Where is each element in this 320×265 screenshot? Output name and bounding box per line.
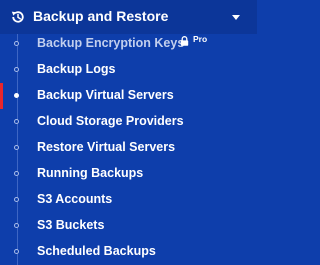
bullet-icon [14,119,19,124]
sidebar-menu: Backup and Restore Backup Encryption Key… [0,0,257,265]
bullet-icon [14,171,19,176]
caret-down-icon[interactable] [232,15,240,20]
menu-item-label: Backup Encryption Keys [37,36,185,50]
bullet-icon [14,93,19,98]
menu-item-label: Restore Virtual Servers [37,140,176,154]
menu-item-label: Cloud Storage Providers [37,114,184,128]
bullet-icon [14,41,19,46]
menu-item-backup-logs[interactable]: Backup Logs [0,57,257,83]
menu-item-scheduled-backups[interactable]: Scheduled Backups [0,239,257,265]
bullet-icon [14,249,19,254]
bullet-icon [14,223,19,228]
menu-item-label: S3 Accounts [37,192,113,206]
section-title: Backup and Restore [33,8,169,24]
active-indicator [0,83,3,109]
bullet-icon [14,145,19,150]
pro-badge: Pro [193,34,208,44]
menu-item-label: Backup Logs [37,62,116,76]
bullet-icon [14,197,19,202]
menu-item-s3-buckets[interactable]: S3 Buckets [0,213,257,239]
section-header-backup-and-restore[interactable]: Backup and Restore [0,0,257,34]
menu-item-label: S3 Buckets [37,218,105,232]
menu-item-label: Running Backups [37,166,144,180]
menu-item-cloud-storage-providers[interactable]: Cloud Storage Providers [0,109,257,135]
bullet-icon [14,67,19,72]
lock-icon [180,36,189,46]
menu-item-restore-virtual-servers[interactable]: Restore Virtual Servers [0,135,257,161]
menu-item-s3-accounts[interactable]: S3 Accounts [0,187,257,213]
backup-restore-icon [11,11,24,23]
menu-item-label: Backup Virtual Servers [37,88,174,102]
menu-item-backup-virtual-servers[interactable]: Backup Virtual Servers [0,83,257,109]
menu-item-label: Scheduled Backups [37,244,156,258]
menu-item-running-backups[interactable]: Running Backups [0,161,257,187]
menu-item-backup-encryption-keys[interactable]: Backup Encryption Keys Pro [0,31,257,57]
